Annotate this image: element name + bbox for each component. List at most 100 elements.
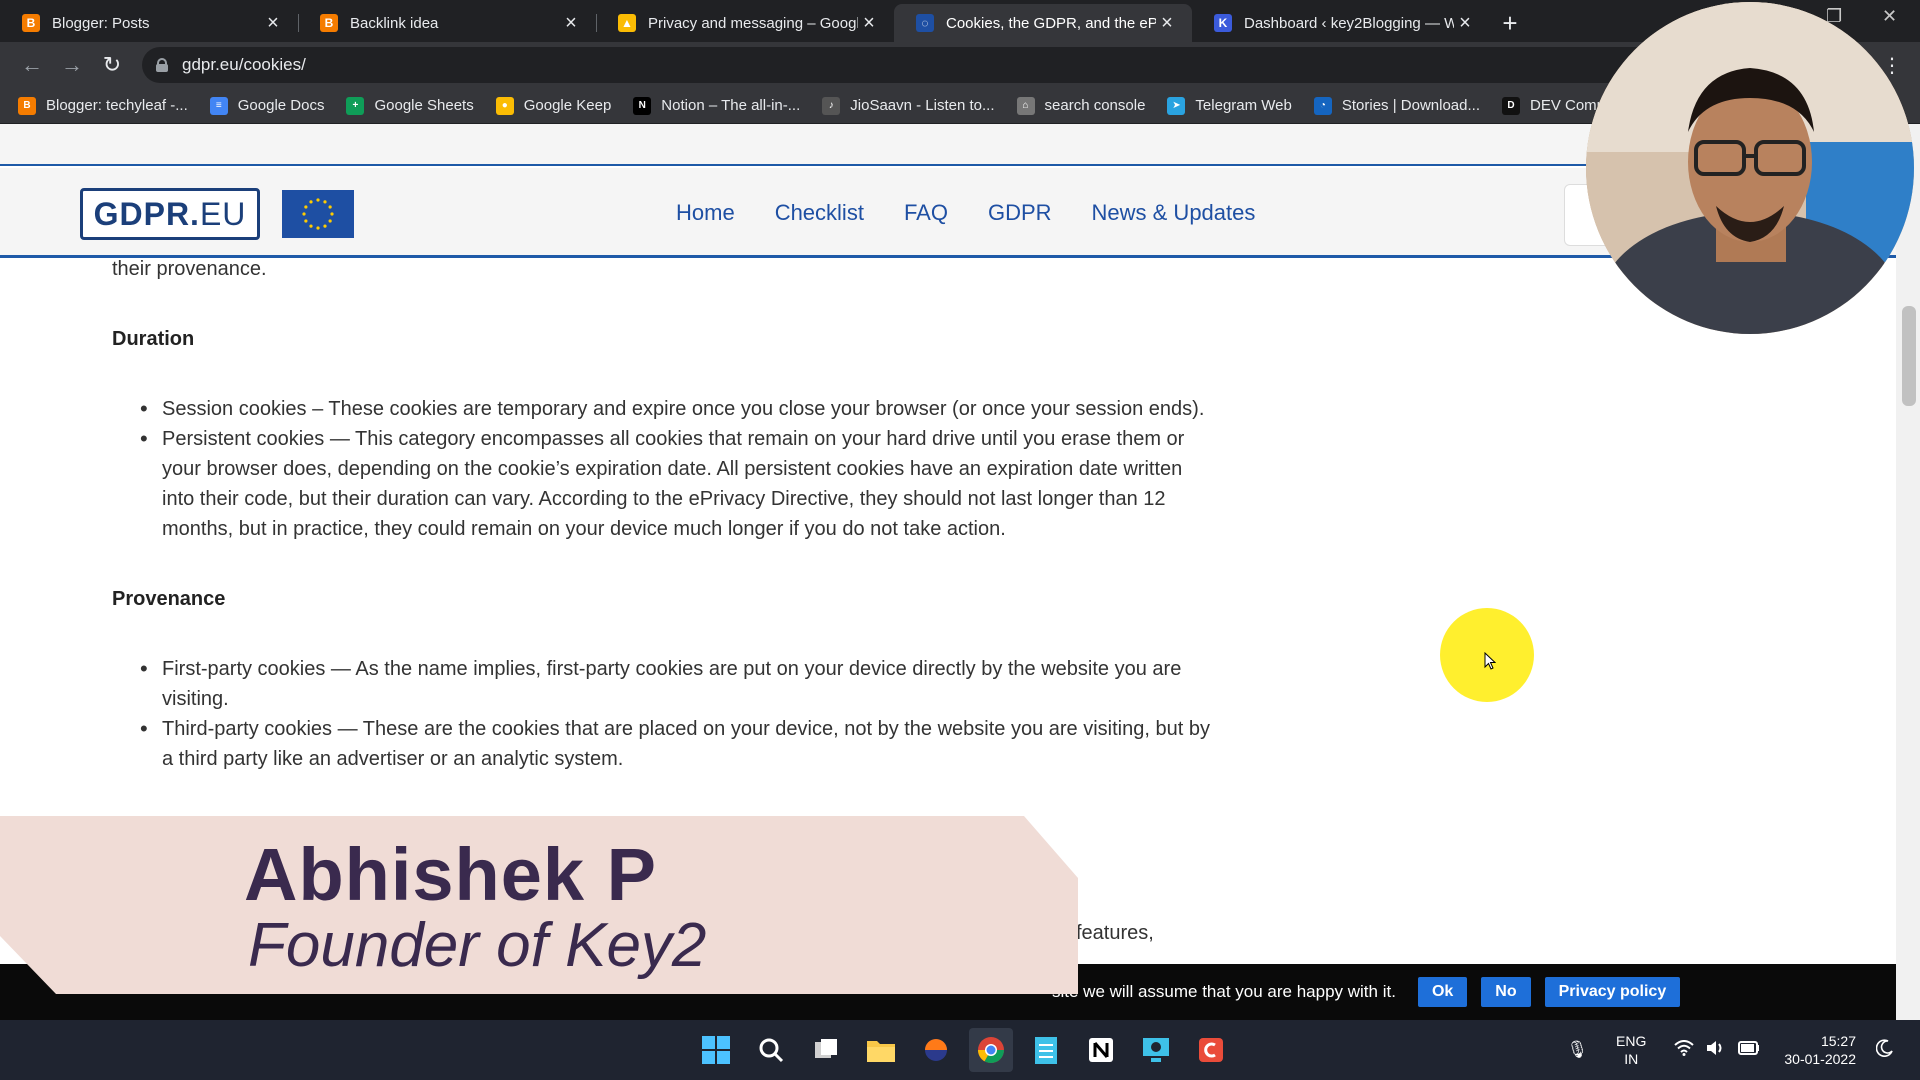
bullet-list: Session cookies – These cookies are temp… bbox=[112, 394, 1212, 544]
browser-tab[interactable]: K Dashboard ‹ key2Blogging — W × bbox=[1192, 4, 1490, 42]
close-window-icon[interactable]: ✕ bbox=[1882, 6, 1897, 27]
address-bar[interactable]: gdpr.eu/cookies/ bbox=[142, 47, 1722, 83]
bookmark-icon: + bbox=[346, 96, 365, 115]
scrollbar-thumb[interactable] bbox=[1902, 306, 1916, 406]
taskbar-apps bbox=[694, 1028, 1244, 1072]
bookmark-item[interactable]: ⌂ search console bbox=[1016, 96, 1146, 115]
bookmark-icon: ➤ bbox=[1167, 96, 1186, 115]
lower-third-title: Founder of Key2 bbox=[248, 911, 707, 980]
browser-tab[interactable]: ◌ Cookies, the GDPR, and the ePriv × bbox=[894, 4, 1192, 42]
volume-icon[interactable] bbox=[1706, 1040, 1726, 1061]
main-nav: Home Checklist FAQ GDPR News & Updates bbox=[676, 168, 1295, 258]
task-view-icon[interactable] bbox=[804, 1028, 848, 1072]
forward-button[interactable]: → bbox=[52, 45, 92, 85]
list-item: Third-party cookies — These are the cook… bbox=[112, 714, 1212, 774]
eu-flag-icon bbox=[282, 190, 354, 238]
bookmark-item[interactable]: N Notion – The all-in-... bbox=[633, 96, 801, 115]
bookmark-item[interactable]: ♪ JioSaavn - Listen to... bbox=[822, 96, 995, 115]
tab-close-icon[interactable]: × bbox=[1156, 12, 1178, 34]
bookmark-icon: B bbox=[18, 96, 36, 115]
tab-close-icon[interactable]: × bbox=[262, 12, 284, 34]
bookmark-label: Notion – The all-in-... bbox=[661, 97, 801, 114]
bookmark-label: search console bbox=[1044, 97, 1146, 114]
tab-favicon-icon: ◌ bbox=[916, 14, 934, 32]
bookmark-item[interactable]: ➤ Telegram Web bbox=[1167, 96, 1292, 115]
tab-favicon-icon: B bbox=[22, 14, 40, 32]
notion-icon[interactable] bbox=[1079, 1028, 1123, 1072]
app-icon-red[interactable] bbox=[1189, 1028, 1233, 1072]
webcam-overlay bbox=[1586, 2, 1914, 334]
tab-close-icon[interactable]: × bbox=[858, 12, 880, 34]
nav-link[interactable]: GDPR bbox=[988, 200, 1052, 226]
browser-tab[interactable]: ▲ Privacy and messaging – Google × bbox=[596, 4, 894, 42]
gdpr-logo[interactable]: GDPR. EU bbox=[80, 188, 260, 240]
lower-third-name: Abhishek P bbox=[244, 833, 657, 916]
browser-tab[interactable]: B Backlink idea × bbox=[298, 4, 596, 42]
privacy-policy-button[interactable]: Privacy policy bbox=[1544, 977, 1681, 1007]
tab-title: Blogger: Posts bbox=[52, 14, 150, 32]
browser-tab[interactable]: B Blogger: Posts × bbox=[0, 4, 298, 42]
bookmark-item[interactable]: + Google Sheets bbox=[346, 96, 474, 115]
language-code: ENG bbox=[1616, 1033, 1647, 1049]
new-tab-button[interactable]: + bbox=[1490, 4, 1530, 42]
bookmark-label: Google Docs bbox=[237, 97, 325, 114]
file-explorer-icon[interactable] bbox=[859, 1028, 903, 1072]
nav-link[interactable]: Checklist bbox=[775, 200, 864, 226]
flag-star bbox=[323, 224, 327, 228]
tab-title: Cookies, the GDPR, and the ePriv bbox=[946, 14, 1156, 32]
tab-favicon-icon: B bbox=[320, 14, 338, 32]
cookie-message: site we will assume that you are happy w… bbox=[1052, 982, 1396, 1001]
bookmark-label: Google Keep bbox=[523, 97, 612, 114]
wifi-icon[interactable] bbox=[1674, 1039, 1695, 1061]
clock-time: 15:27 bbox=[1820, 1033, 1856, 1049]
nav-link[interactable]: FAQ bbox=[904, 200, 948, 226]
tab-favicon-icon: K bbox=[1214, 14, 1232, 32]
bookmark-icon: ⌂ bbox=[1016, 96, 1035, 115]
back-button[interactable]: ← bbox=[12, 45, 52, 85]
tab-strip: B Blogger: Posts × B Backlink idea × ▲ Privacy … bbox=[0, 0, 1920, 42]
nav-link[interactable]: Home bbox=[676, 200, 735, 226]
article-sections: Duration Session cookies – These cookies … bbox=[112, 324, 1212, 774]
section-heading: Provenance bbox=[112, 588, 226, 610]
bookmark-label: Stories | Download... bbox=[1341, 97, 1480, 114]
tab-close-icon[interactable]: × bbox=[560, 12, 582, 34]
page-scrollbar[interactable] bbox=[1896, 124, 1920, 1020]
list-item: Session cookies – These cookies are temp… bbox=[112, 394, 1212, 424]
tab-close-icon[interactable]: × bbox=[1454, 12, 1476, 34]
section-heading: Duration bbox=[112, 328, 195, 350]
notification-icon[interactable] bbox=[1875, 1038, 1894, 1062]
list-item: Persistent cookies — This category encom… bbox=[112, 424, 1212, 544]
logo-tld: EU bbox=[199, 195, 247, 232]
chrome-icon[interactable] bbox=[969, 1028, 1013, 1072]
bookmark-icon: ≡ bbox=[209, 96, 228, 115]
language-indicator[interactable]: ENG IN bbox=[1616, 1032, 1646, 1068]
windows-taskbar: 🎙 ENG IN 15:27 30-01-2022 bbox=[0, 1020, 1920, 1080]
nav-link[interactable]: News & Updates bbox=[1092, 200, 1256, 226]
system-clock[interactable]: 15:27 30-01-2022 bbox=[1784, 1032, 1856, 1068]
system-tray: 🎙 ENG IN 15:27 30-01-2022 bbox=[1560, 1028, 1900, 1072]
start-icon[interactable] bbox=[694, 1028, 738, 1072]
mouse-pointer-icon bbox=[1484, 652, 1496, 670]
battery-icon[interactable] bbox=[1738, 1040, 1760, 1060]
search-icon[interactable] bbox=[749, 1028, 793, 1072]
bookmark-item[interactable]: B Blogger: techyleaf -... bbox=[18, 96, 188, 115]
tab-title: Backlink idea bbox=[350, 14, 439, 32]
article-content: their provenance. Duration Session cookie… bbox=[112, 258, 1212, 774]
bookmark-item[interactable]: ● Google Keep bbox=[495, 96, 612, 115]
bookmark-item[interactable]: ≡ Google Docs bbox=[209, 96, 325, 115]
cookie-ok-button[interactable]: Ok bbox=[1417, 977, 1468, 1007]
tab-list: B Blogger: Posts × B Backlink idea × ▲ Privacy … bbox=[0, 4, 1490, 42]
flag-star bbox=[304, 205, 308, 209]
flag-star bbox=[304, 219, 308, 223]
reload-button[interactable]: ↻ bbox=[92, 45, 132, 85]
microphone-icon[interactable]: 🎙 bbox=[1566, 1040, 1588, 1060]
partial-text: features, bbox=[1076, 922, 1154, 944]
cookie-no-button[interactable]: No bbox=[1481, 977, 1531, 1007]
presenter-image bbox=[1586, 2, 1914, 334]
app-icon-orange[interactable] bbox=[914, 1028, 958, 1072]
logo-text: GDPR. bbox=[93, 195, 200, 232]
bookmark-item[interactable]: ◔ Stories | Download... bbox=[1313, 96, 1480, 115]
remote-desktop-icon[interactable] bbox=[1134, 1028, 1178, 1072]
list-item: First-party cookies — As the name implie… bbox=[112, 654, 1212, 714]
notepad-icon[interactable] bbox=[1024, 1028, 1068, 1072]
